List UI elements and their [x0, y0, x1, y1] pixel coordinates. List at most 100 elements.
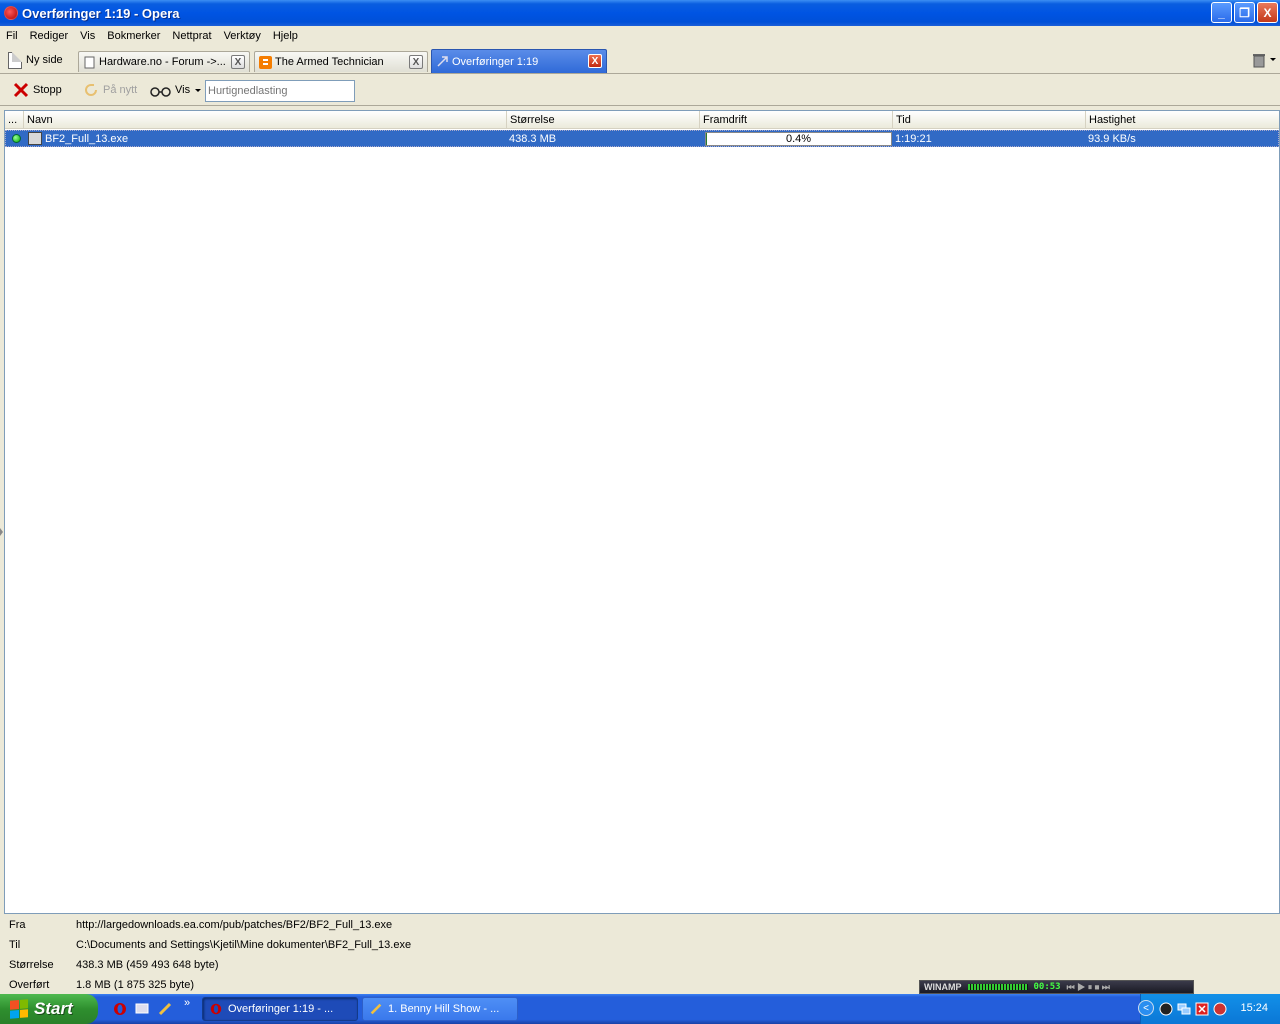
new-page-label: Ny side — [26, 54, 63, 66]
volume-icon[interactable] — [1213, 1002, 1227, 1016]
blogger-icon — [259, 55, 272, 69]
transfer-name: BF2_Full_13.exe — [45, 133, 129, 145]
table-row[interactable]: BF2_Full_13.exe 438.3 MB 0.4% 1:19:21 93… — [5, 130, 1279, 147]
detail-from: Fra http://largedownloads.ea.com/pub/pat… — [0, 914, 800, 934]
transfer-icon — [437, 56, 448, 67]
progress-label: 0.4% — [785, 133, 812, 145]
winamp-time: 00:53 — [1033, 982, 1061, 992]
tab-transfers[interactable]: Overføringer 1:19 X — [431, 49, 607, 73]
detail-from-value[interactable]: http://largedownloads.ea.com/pub/patches… — [76, 919, 392, 931]
trash-icon[interactable] — [1252, 52, 1266, 68]
taskbar-item-label: 1. Benny Hill Show - ... — [388, 1003, 500, 1015]
column-header-name[interactable]: Navn — [24, 111, 507, 129]
page-icon — [84, 56, 95, 68]
menu-bar: Fil Rediger Vis Bokmerker Nettprat Verkt… — [0, 26, 1280, 46]
menu-help[interactable]: Hjelp — [267, 30, 304, 42]
winamp-logo: WINAMP — [924, 982, 962, 992]
media-player-icon — [370, 1003, 382, 1015]
winamp-controls-icon[interactable]: ⏮ ▶ ⏸ ⏹ ⏭ — [1067, 982, 1110, 993]
transfer-speed: 93.9 KB/s — [1088, 133, 1136, 145]
glasses-icon — [150, 87, 171, 97]
menu-tools[interactable]: Verktøy — [218, 30, 267, 42]
retry-icon — [85, 84, 97, 96]
detail-transferred-value: 1.8 MB (1 875 325 byte) — [76, 979, 195, 991]
column-header-status[interactable]: ... — [5, 111, 24, 129]
new-page-icon — [8, 51, 22, 69]
transfers-toolbar: Stopp På nytt Vis — [0, 74, 1280, 106]
tab-armed-technician[interactable]: The Armed Technician X — [254, 51, 428, 72]
detail-transferred-label: Overført — [9, 979, 50, 991]
menu-chat[interactable]: Nettprat — [166, 30, 217, 42]
new-page-button[interactable]: Ny side — [8, 50, 63, 70]
menu-view[interactable]: Vis — [74, 30, 101, 42]
quick-download-input[interactable] — [205, 80, 355, 102]
steam-icon[interactable] — [1159, 1002, 1173, 1016]
chevron-down-icon[interactable] — [1270, 58, 1276, 61]
detail-size: Størrelse 438.3 MB (459 493 648 byte) — [0, 954, 800, 974]
detail-to-value[interactable]: C:\Documents and Settings\Kjetil\Mine do… — [76, 939, 411, 951]
system-tray: < 15:24 — [1138, 994, 1280, 1024]
progress-bar: 0.4% — [705, 132, 892, 146]
desktop-quicklaunch-icon[interactable] — [134, 1001, 150, 1017]
quicklaunch-chevron[interactable]: » — [184, 997, 190, 1009]
menu-edit[interactable]: Rediger — [24, 30, 75, 42]
taskbar-item-media[interactable]: 1. Benny Hill Show - ... — [362, 997, 518, 1021]
transfer-size: 438.3 MB — [509, 133, 557, 145]
start-label: Start — [34, 999, 73, 1018]
close-button[interactable]: X — [1257, 2, 1278, 23]
column-header-progress[interactable]: Framdrift — [700, 111, 893, 129]
clock[interactable]: 15:24 — [1240, 1002, 1268, 1014]
menu-file[interactable]: Fil — [0, 30, 24, 42]
opera-icon — [4, 6, 18, 20]
stop-button[interactable]: Stopp — [12, 80, 62, 100]
view-button[interactable]: Vis — [150, 80, 202, 100]
chevron-down-icon — [195, 88, 202, 92]
tab-close-icon[interactable]: X — [231, 55, 245, 69]
tray-expand-icon[interactable]: < — [1138, 1000, 1154, 1016]
view-label: Vis — [175, 84, 191, 96]
detail-to-label: Til — [9, 939, 21, 951]
winamp-visualizer — [967, 984, 1028, 990]
window-controls: _ ❐ X — [1211, 2, 1278, 23]
tab-label: Overføringer 1:19 — [452, 55, 539, 68]
title-bar[interactable]: Overføringer 1:19 - Opera _ ❐ X — [0, 0, 1280, 26]
opera-icon — [210, 1003, 222, 1015]
minimize-button[interactable]: _ — [1211, 2, 1232, 23]
retry-button[interactable]: På nytt — [82, 80, 137, 100]
column-header-size[interactable]: Størrelse — [507, 111, 700, 129]
stop-icon — [13, 82, 29, 98]
tab-close-icon[interactable]: X — [409, 55, 423, 69]
taskbar-item-label: Overføringer 1:19 - ... — [228, 1003, 334, 1015]
retry-label: På nytt — [103, 84, 138, 96]
detail-to: Til C:\Documents and Settings\Kjetil\Min… — [0, 934, 800, 954]
progress-fill — [706, 133, 707, 145]
opera-quicklaunch-icon[interactable] — [112, 1001, 128, 1017]
detail-size-label: Størrelse — [9, 959, 54, 971]
file-icon — [28, 132, 42, 145]
restore-button[interactable]: ❐ — [1234, 2, 1255, 23]
taskbar: Start » Overføringer 1:19 - ... 1. Benny… — [0, 994, 1280, 1024]
detail-size-value: 438.3 MB (459 493 648 byte) — [76, 959, 219, 971]
windows-flag-icon — [10, 999, 28, 1019]
active-status-icon — [12, 134, 21, 143]
window-title: Overføringer 1:19 - Opera — [22, 5, 180, 21]
detail-from-label: Fra — [9, 919, 26, 931]
tab-label: Hardware.no - Forum ->... — [99, 56, 226, 68]
tab-label: The Armed Technician — [275, 56, 384, 68]
column-header-time[interactable]: Tid — [893, 111, 1086, 129]
menu-bookmarks[interactable]: Bokmerker — [101, 30, 166, 42]
transfer-time: 1:19:21 — [895, 133, 932, 145]
side-panel-grip-icon[interactable] — [0, 528, 3, 536]
stop-label: Stopp — [33, 84, 62, 96]
app-quicklaunch-icon[interactable] — [157, 1001, 173, 1017]
security-alert-icon[interactable] — [1195, 1002, 1209, 1016]
winamp-minibar[interactable]: WINAMP 00:53 ⏮ ▶ ⏸ ⏹ ⏭ — [919, 980, 1194, 994]
transfers-list[interactable]: ... Navn Størrelse Framdrift Tid Hastigh… — [4, 110, 1280, 914]
start-button[interactable]: Start — [0, 994, 98, 1024]
network-icon[interactable] — [1177, 1002, 1191, 1016]
detail-transferred: Overført 1.8 MB (1 875 325 byte) — [0, 974, 800, 994]
column-header-speed[interactable]: Hastighet — [1086, 111, 1279, 129]
taskbar-item-opera[interactable]: Overføringer 1:19 - ... — [202, 997, 358, 1021]
tab-hardware-forum[interactable]: Hardware.no - Forum ->... X — [78, 51, 250, 72]
tab-close-icon[interactable]: X — [588, 54, 602, 68]
